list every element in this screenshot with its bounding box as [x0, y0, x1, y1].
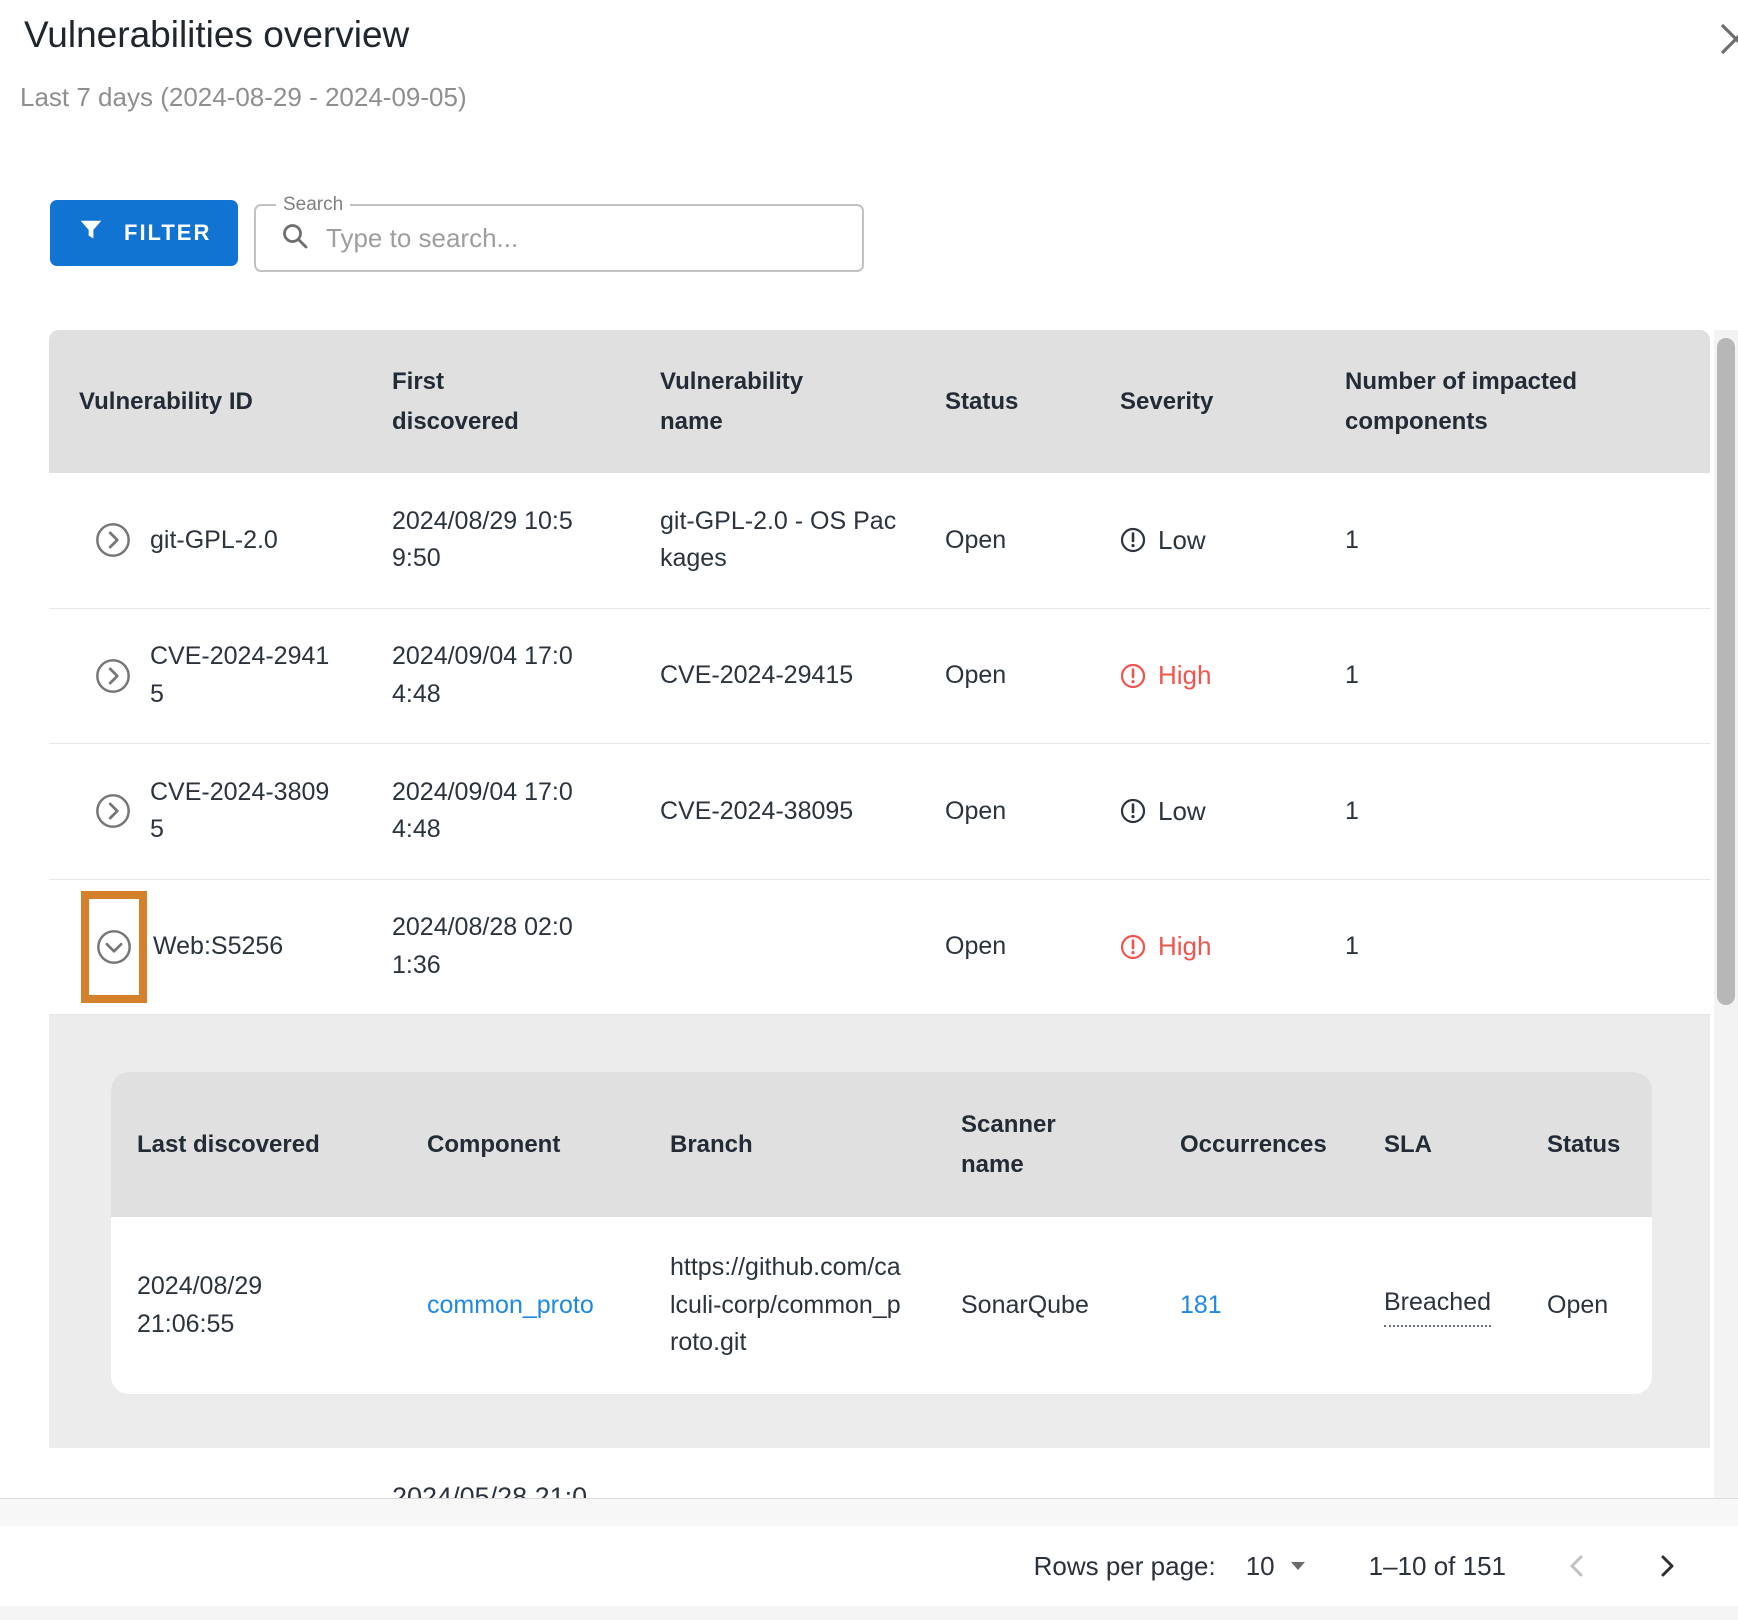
- table-row: CVE-2024-38095 2024/09/04 17:04:48 CVE-2…: [49, 744, 1710, 880]
- column-header-vulnerability-id: Vulnerability ID: [49, 382, 392, 422]
- vulnerability-id: git-GPL-2.0: [150, 522, 278, 560]
- last-discovered: 2024/08/29 21:06:55: [137, 1268, 287, 1343]
- chevron-left-icon: [1562, 1551, 1592, 1581]
- column-header-sla: SLA: [1384, 1125, 1547, 1165]
- severity-label: High: [1158, 927, 1211, 966]
- vulnerability-id: CVE-2024-38095: [150, 774, 335, 849]
- vulnerabilities-table-header: Vulnerability ID First discovered Vulner…: [49, 330, 1710, 473]
- table-row: CVE-2024-29415 2024/09/04 17:04:48 CVE-2…: [49, 609, 1710, 745]
- collapse-row-icon[interactable]: [95, 928, 133, 966]
- column-header-impacted-components: Number of impacted components: [1345, 362, 1710, 441]
- pagination-bar: Rows per page: 10 1–10 of 151: [49, 1526, 1710, 1606]
- component-link[interactable]: common_proto: [427, 1291, 594, 1319]
- first-discovered: 2024/08/29 10:59:50: [392, 503, 580, 578]
- occurrence-status: Open: [1547, 1287, 1652, 1325]
- vulnerabilities-overview-dialog: Vulnerabilities overview Last 7 days (20…: [0, 0, 1738, 1620]
- first-discovered: 2024/05/28 21:0: [392, 1482, 587, 1498]
- scanner-name: SonarQube: [961, 1287, 1180, 1325]
- next-page-button[interactable]: [1648, 1547, 1686, 1585]
- close-icon[interactable]: [1712, 16, 1738, 64]
- rows-per-page-value: 10: [1246, 1551, 1275, 1582]
- first-discovered: 2024/09/04 17:04:48: [392, 774, 580, 849]
- severity-label: Low: [1158, 521, 1206, 560]
- vertical-scrollbar-thumb[interactable]: [1717, 338, 1735, 1005]
- severity-exclamation-icon: [1120, 798, 1146, 824]
- vulnerability-name: CVE-2024-29415: [660, 657, 853, 695]
- column-header-component: Component: [427, 1125, 670, 1165]
- column-header-branch: Branch: [670, 1125, 961, 1165]
- expand-row-icon[interactable]: [94, 792, 132, 830]
- vulnerability-name: git-GPL-2.0 - OS Packages: [660, 503, 900, 578]
- column-header-first-discovered: First discovered: [392, 362, 660, 441]
- search-field: Search: [254, 204, 864, 272]
- column-header-status: Status: [1547, 1125, 1652, 1165]
- severity-cell: High: [1120, 927, 1345, 966]
- filter-button-label: FILTER: [124, 220, 211, 246]
- expand-row-icon[interactable]: [94, 521, 132, 559]
- pagination-range-label: 1–10 of 151: [1369, 1551, 1506, 1582]
- vulnerability-id: CVE-2024-29415: [150, 638, 335, 713]
- background-strip: [0, 1499, 1738, 1526]
- first-discovered: 2024/08/28 02:01:36: [392, 909, 580, 984]
- severity-cell: High: [1120, 656, 1345, 695]
- impacted-components-count: 1: [1345, 522, 1710, 560]
- search-input[interactable]: [326, 223, 862, 254]
- truncated-table-row: 2024/05/28 21:0: [49, 1448, 1710, 1498]
- rows-per-page-label: Rows per page:: [1034, 1551, 1216, 1582]
- severity-exclamation-icon: [1120, 934, 1146, 960]
- column-header-scanner-name: Scanner name: [961, 1105, 1180, 1184]
- severity-label: Low: [1158, 792, 1206, 831]
- vulnerability-name: CVE-2024-38095: [660, 793, 853, 831]
- column-header-severity: Severity: [1120, 382, 1345, 422]
- severity-label: High: [1158, 656, 1211, 695]
- severity-cell: Low: [1120, 521, 1345, 560]
- date-range-subtitle: Last 7 days (2024-08-29 - 2024-09-05): [20, 82, 467, 113]
- first-discovered: 2024/09/04 17:04:48: [392, 638, 580, 713]
- filter-funnel-icon: [78, 217, 104, 249]
- vertical-scrollbar-track[interactable]: [1714, 330, 1738, 1498]
- filter-button[interactable]: FILTER: [50, 200, 238, 266]
- severity-exclamation-icon: [1120, 663, 1146, 689]
- occurrences-table: Last discovered Component Branch Scanner…: [111, 1072, 1652, 1394]
- vulnerabilities-table: Vulnerability ID First discovered Vulner…: [49, 330, 1710, 1015]
- impacted-components-count: 1: [1345, 657, 1710, 695]
- impacted-components-count: 1: [1345, 793, 1710, 831]
- status-value: Open: [945, 522, 1120, 560]
- status-value: Open: [945, 793, 1120, 831]
- occurrences-table-header: Last discovered Component Branch Scanner…: [111, 1072, 1652, 1217]
- column-header-status: Status: [945, 382, 1120, 422]
- sla-status[interactable]: Breached: [1384, 1284, 1491, 1327]
- background-strip: [0, 1606, 1738, 1620]
- page-title: Vulnerabilities overview: [24, 14, 409, 56]
- search-field-label: Search: [276, 194, 350, 216]
- severity-exclamation-icon: [1120, 527, 1146, 553]
- column-header-occurrences: Occurrences: [1180, 1125, 1384, 1165]
- occurrences-count-link[interactable]: 181: [1180, 1291, 1222, 1319]
- rows-per-page-select[interactable]: 10: [1246, 1551, 1305, 1582]
- column-header-last-discovered: Last discovered: [137, 1125, 427, 1165]
- previous-page-button[interactable]: [1558, 1547, 1596, 1585]
- branch-url: https://github.com/calculi-corp/common_p…: [670, 1249, 902, 1362]
- status-value: Open: [945, 657, 1120, 695]
- status-value: Open: [945, 928, 1120, 966]
- chevron-right-icon: [1652, 1551, 1682, 1581]
- impacted-components-count: 1: [1345, 928, 1710, 966]
- chevron-down-icon: [1291, 1562, 1305, 1570]
- search-icon: [280, 221, 310, 256]
- expand-row-icon[interactable]: [94, 657, 132, 695]
- highlight-annotation-box: [81, 891, 147, 1003]
- occurrence-row: 2024/08/29 21:06:55 common_proto https:/…: [111, 1217, 1652, 1394]
- expanded-row-panel: Last discovered Component Branch Scanner…: [49, 1015, 1710, 1448]
- table-row: git-GPL-2.0 2024/08/29 10:59:50 git-GPL-…: [49, 473, 1710, 609]
- severity-cell: Low: [1120, 792, 1345, 831]
- column-header-vulnerability-name: Vulnerability name: [660, 362, 945, 441]
- table-row: Web:S5256 2024/08/28 02:01:36 Open High …: [49, 880, 1710, 1016]
- vulnerability-id: Web:S5256: [153, 928, 283, 966]
